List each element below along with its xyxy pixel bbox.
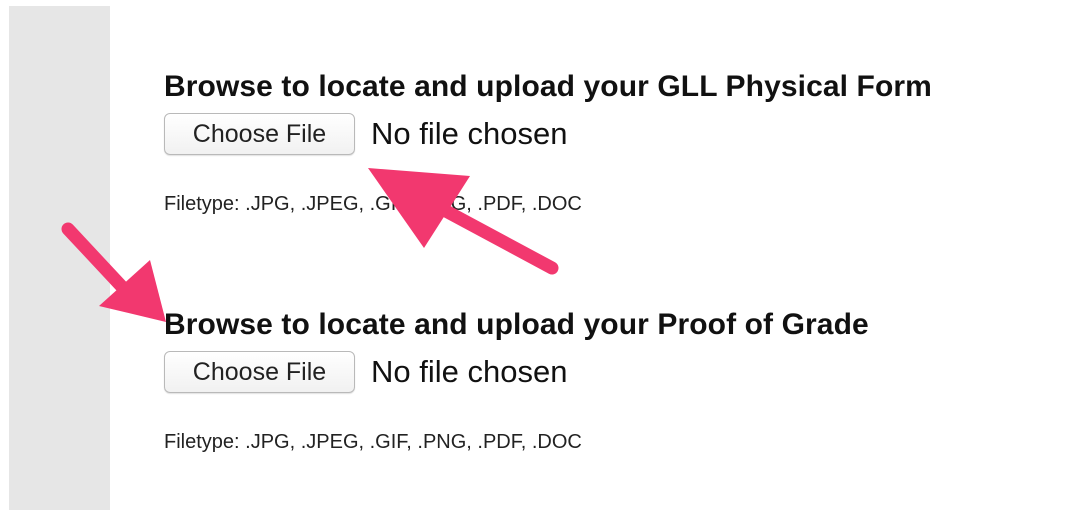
upload-section-physical-form: Browse to locate and upload your GLL Phy…: [164, 68, 1064, 216]
upload-form-page: Browse to locate and upload your GLL Phy…: [0, 0, 1071, 510]
filetype-hint: Filetype: .JPG, .JPEG, .GIF, .PNG, .PDF,…: [164, 193, 582, 215]
file-input-row: Choose File No file chosen: [164, 112, 1064, 156]
choose-file-button[interactable]: Choose File: [164, 351, 355, 393]
file-status-text: No file chosen: [371, 116, 568, 151]
file-input-row: Choose File No file chosen: [164, 350, 1064, 394]
upload-heading: Browse to locate and upload your Proof o…: [164, 308, 869, 341]
left-gutter: [9, 6, 110, 510]
upload-heading: Browse to locate and upload your GLL Phy…: [164, 70, 932, 103]
upload-section-proof-of-grade: Browse to locate and upload your Proof o…: [164, 306, 1064, 454]
filetype-hint: Filetype: .JPG, .JPEG, .GIF, .PNG, .PDF,…: [164, 431, 582, 453]
file-status-text: No file chosen: [371, 354, 568, 389]
choose-file-button[interactable]: Choose File: [164, 113, 355, 155]
